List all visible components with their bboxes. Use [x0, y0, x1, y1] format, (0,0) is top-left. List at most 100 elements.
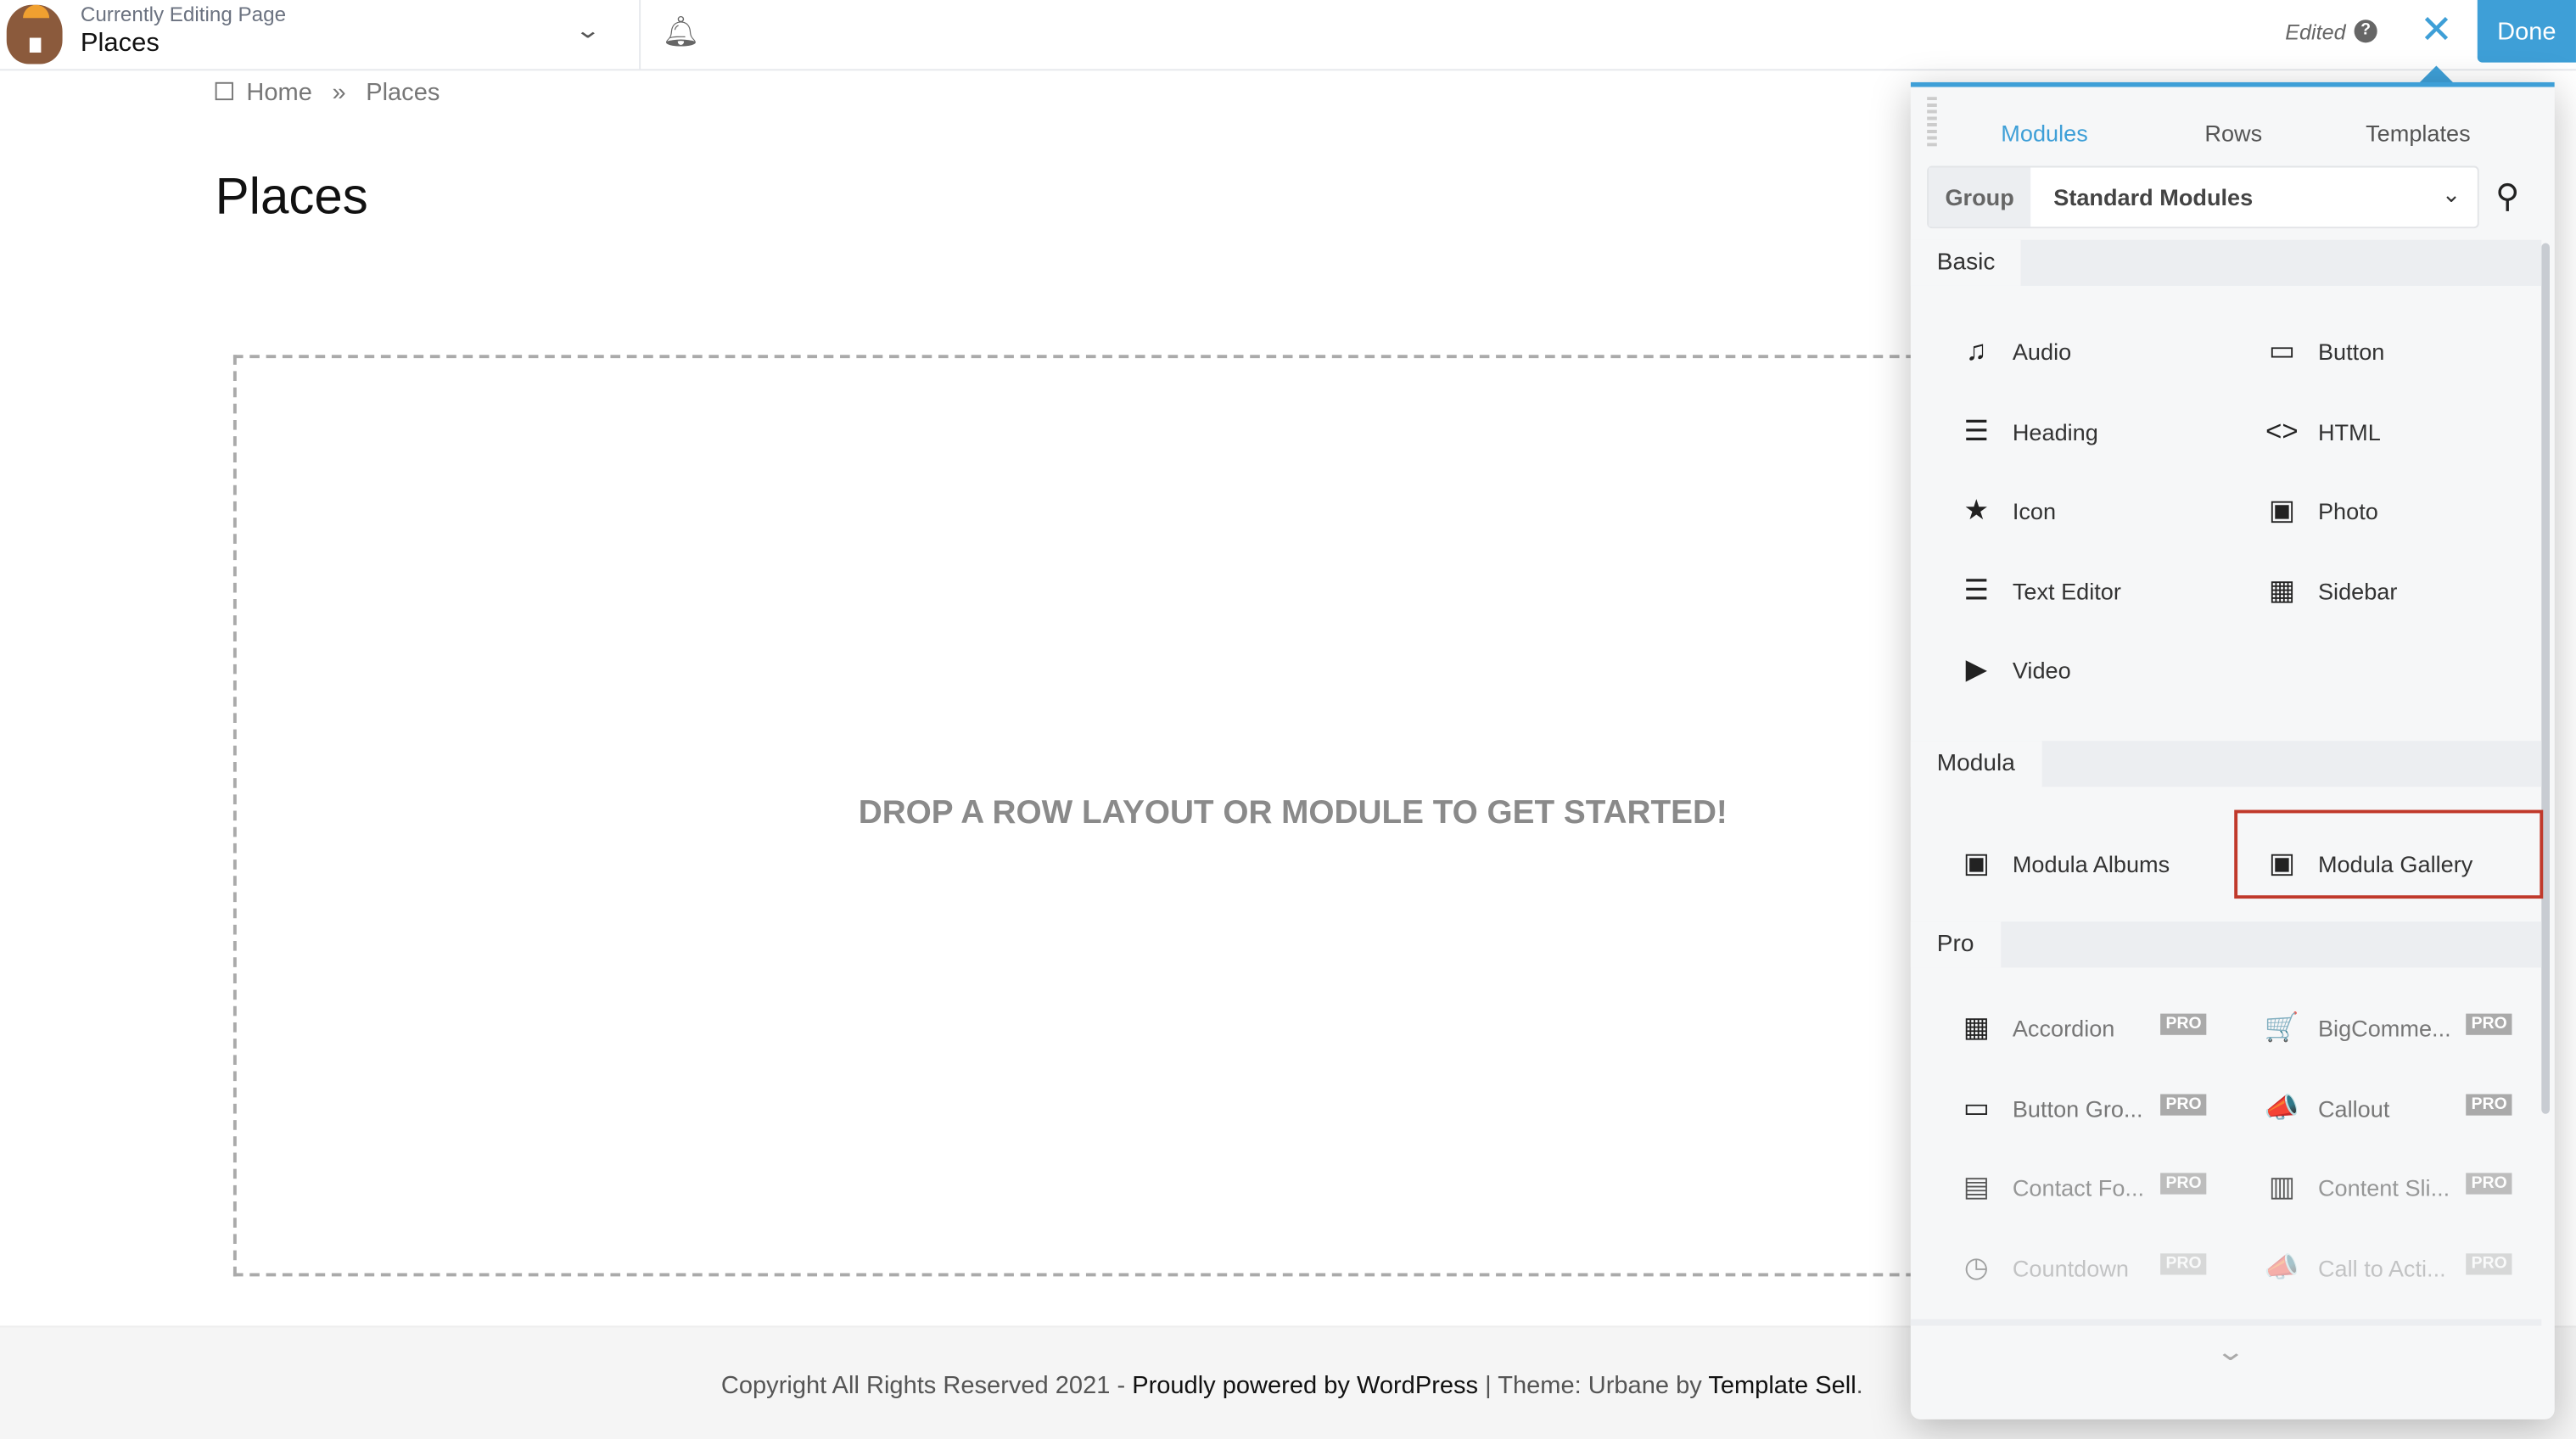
section-title: Basic [1910, 239, 2022, 286]
module-label: Icon [2012, 497, 2057, 524]
module-label: Sidebar [2317, 577, 2398, 604]
module-audio[interactable]: ♫ Audio [1960, 327, 2256, 376]
module-icon: ◷ [1963, 1251, 1989, 1283]
module-call-to-acti[interactable]: 📣 Call to Acti... PRO [2265, 1243, 2512, 1292]
breadcrumb-current: Places [366, 78, 440, 107]
page-name: Places [80, 29, 160, 58]
module-icon: ▭ [2268, 334, 2295, 367]
module-photo[interactable]: ▣ Photo [2265, 486, 2555, 535]
copyright-text: Copyright All Rights Reserved 2021 - [720, 1371, 1133, 1400]
module-bigcomme[interactable]: 🛒 BigComme... PRO [2265, 1004, 2512, 1053]
done-button[interactable]: Done [2477, 0, 2576, 63]
top-bar: Currently Editing Page Places ⌄ 🔔︎ Edite… [0, 0, 2576, 71]
tab-templates[interactable]: Templates [2366, 120, 2471, 146]
pro-badge: PRO [2160, 1252, 2207, 1274]
section-header-basic: Basic [1910, 239, 2542, 286]
edited-status: Edited [2285, 20, 2346, 45]
breadcrumb-home[interactable]: Home [246, 79, 311, 107]
module-modula-albums[interactable]: ▣ Modula Albums [1960, 839, 2256, 888]
theme-text: | Theme: Urbane by [1478, 1371, 1709, 1400]
pro-badge: PRO [2466, 1173, 2512, 1195]
module-label: HTML [2317, 417, 2381, 445]
template-sell-link[interactable]: Template Sell [1708, 1372, 1856, 1400]
beaver-logo-icon [6, 4, 63, 64]
module-button[interactable]: ▭ Button [2265, 327, 2555, 376]
module-label: Countdown [2012, 1254, 2129, 1281]
page-title: Places [215, 167, 368, 226]
module-label: Modula Albums [2012, 850, 2170, 877]
footer-period: . [1856, 1371, 1863, 1400]
module-callout[interactable]: 📣 Callout PRO [2265, 1083, 2512, 1133]
section-title: Pro [1910, 921, 2001, 968]
divider [1910, 1319, 2542, 1326]
module-icon: ▣ [1963, 848, 1990, 879]
module-label: Modula Gallery [2317, 850, 2473, 877]
module-label: Callout [2317, 1095, 2390, 1122]
module-icon: 📣 [2264, 1091, 2299, 1123]
editing-subtitle: Currently Editing Page [80, 3, 287, 26]
search-icon[interactable]: ⚲ [2495, 176, 2519, 216]
module-icon: ▥ [2268, 1171, 2295, 1203]
pro-badge: PRO [2466, 1252, 2512, 1274]
module-html[interactable]: <> HTML [2265, 406, 2555, 456]
module-heading[interactable]: ☰ Heading [1960, 406, 2256, 456]
module-icon: ▶ [1965, 653, 1987, 686]
pro-badge: PRO [2160, 1013, 2207, 1035]
group-value: Standard Modules [2053, 183, 2254, 210]
module-label: Accordion [2012, 1015, 2115, 1042]
divider [639, 0, 641, 70]
module-icon: ▦ [2268, 574, 2295, 606]
module-icon: 📣 [2264, 1251, 2299, 1283]
module-icon: ☰ [1963, 574, 1990, 606]
module-video[interactable]: ▶ Video [1960, 646, 2256, 695]
home-icon [215, 81, 233, 101]
module-icon: ★ [1963, 494, 1990, 526]
module-label: Audio [2012, 338, 2072, 365]
module-label: Heading [2012, 417, 2098, 445]
scroll-down-chevron-icon[interactable]: ⌄ [2215, 1335, 2246, 1369]
module-label: Photo [2317, 497, 2378, 524]
section-title: Modula [1910, 741, 2041, 787]
module-icon[interactable]: ★ Icon [1960, 486, 2256, 535]
module-contact-fo[interactable]: ▤ Contact Fo... PRO [1960, 1163, 2207, 1212]
module-icon: ▣ [2268, 494, 2295, 526]
pro-badge: PRO [2466, 1013, 2512, 1035]
module-icon: ▦ [1963, 1011, 1990, 1044]
module-label: BigComme... [2317, 1015, 2451, 1042]
section-header-pro: Pro [1910, 921, 2542, 968]
module-countdown[interactable]: ◷ Countdown PRO [1960, 1243, 2207, 1292]
module-accordion[interactable]: ▦ Accordion PRO [1960, 1004, 2207, 1053]
pro-badge: PRO [2160, 1173, 2207, 1195]
bell-icon[interactable]: 🔔︎ [662, 14, 699, 49]
chevron-down-icon: ⌄ [2441, 180, 2461, 207]
modules-panel: Modules Rows Templates Group Standard Mo… [1910, 81, 2555, 1419]
group-select[interactable]: Group Standard Modules ⌄ [1927, 165, 2479, 229]
module-icon: <> [2265, 414, 2299, 446]
close-icon[interactable]: ✕ [2420, 7, 2453, 54]
module-sidebar[interactable]: ▦ Sidebar [2265, 566, 2555, 615]
module-modula-gallery[interactable]: ▣ Modula Gallery [2265, 839, 2555, 888]
tab-modules[interactable]: Modules [2001, 120, 2087, 146]
module-button-gro[interactable]: ▭ Button Gro... PRO [1960, 1083, 2207, 1133]
tab-rows[interactable]: Rows [2204, 120, 2262, 146]
panel-pointer [2418, 65, 2455, 84]
module-text-editor[interactable]: ☰ Text Editor [1960, 566, 2256, 615]
pro-badge: PRO [2466, 1093, 2512, 1115]
page-menu-chevron-icon[interactable]: ⌄ [574, 16, 602, 44]
drag-handle-icon[interactable] [1927, 97, 1937, 147]
module-label: Button [2317, 338, 2385, 365]
pro-badge: PRO [2160, 1093, 2207, 1115]
module-label: Contact Fo... [2012, 1174, 2145, 1201]
module-label: Content Sli... [2317, 1174, 2450, 1201]
group-label: Group [1929, 167, 2031, 227]
help-icon[interactable]: ? [2354, 20, 2377, 43]
module-label: Call to Acti... [2317, 1254, 2446, 1281]
module-label: Button Gro... [2012, 1095, 2143, 1122]
module-label: Text Editor [2012, 577, 2121, 604]
module-icon: 🛒 [2264, 1011, 2299, 1044]
section-header-modula: Modula [1910, 741, 2542, 787]
module-icon: ▣ [2268, 848, 2295, 879]
module-content-sli[interactable]: ▥ Content Sli... PRO [2265, 1163, 2512, 1212]
module-label: Video [2012, 657, 2071, 684]
wordpress-link[interactable]: Proudly powered by WordPress [1132, 1372, 1478, 1400]
